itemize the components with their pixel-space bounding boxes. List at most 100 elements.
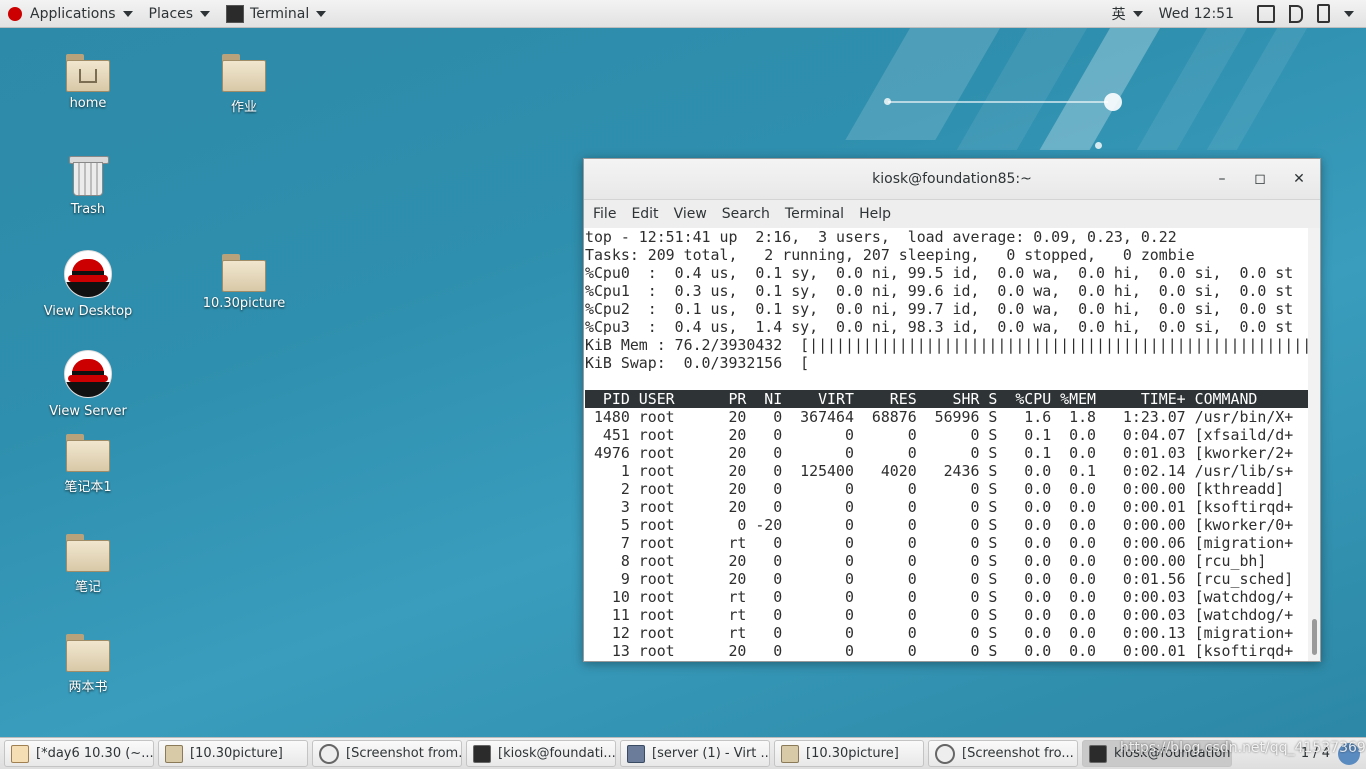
top-summary-line: top - 12:51:41 up 2:16, 3 users, load av… <box>585 228 1177 246</box>
task-button[interactable]: [*day6 10.30 (~... <box>4 740 154 767</box>
terminal-icon <box>226 4 245 23</box>
screenshot-icon <box>935 743 955 764</box>
redhat-logo-icon <box>8 6 22 21</box>
terminal-menubar: File Edit View Search Terminal Help <box>584 200 1320 229</box>
process-row: 9 root 20 0 0 0 0 S 0.0 0.0 0:01.56 [rcu… <box>620 570 1294 588</box>
applications-menu[interactable]: Applications <box>0 0 141 27</box>
chevron-down-icon <box>1132 10 1143 17</box>
top-summary-line: %Cpu3 : 0.4 us, 1.4 sy, 0.0 ni, 98.3 id,… <box>585 318 1294 336</box>
screenshot-icon <box>319 743 339 764</box>
terminal-app-label: Terminal <box>250 5 310 22</box>
system-menu[interactable] <box>1242 0 1366 27</box>
process-row: 1 root 20 0 125400 4020 2436 S 0.0 0.1 0… <box>620 462 1294 480</box>
task-label: [*day6 10.30 (~... <box>36 746 154 761</box>
process-row: 8 root 20 0 0 0 0 S 0.0 0.0 0:00.00 [rcu… <box>620 552 1267 570</box>
task-button[interactable]: [kiosk@foundati... <box>466 740 616 767</box>
terminal-icon <box>473 744 491 763</box>
wallpaper-line <box>888 101 1108 103</box>
desktop-icon-two-books[interactable]: 两本书 <box>28 630 148 695</box>
redhat-logo-icon <box>64 350 112 398</box>
window-icon <box>1257 4 1275 23</box>
process-row: 12 root rt 0 0 0 0 S 0.0 0.0 0:00.13 [mi… <box>611 624 1294 642</box>
places-label: Places <box>148 5 194 22</box>
task-button[interactable]: [Screenshot fro... <box>928 740 1078 767</box>
top-panel: Applications Places Terminal 英 Wed 12:51 <box>0 0 1366 28</box>
process-row: 10 root rt 0 0 0 0 S 0.0 0.0 0:00.03 [wa… <box>611 588 1294 606</box>
process-row: 5 root 0 -20 0 0 0 S 0.0 0.0 0:00.00 [kw… <box>620 516 1294 534</box>
terminal-output[interactable]: top - 12:51:41 up 2:16, 3 users, load av… <box>584 228 1308 661</box>
desktop-icon-zuoye[interactable]: 作业 <box>184 50 304 115</box>
folder-icon <box>66 634 110 672</box>
input-method-label: 英 <box>1111 6 1126 23</box>
menu-help[interactable]: Help <box>853 206 897 222</box>
task-button[interactable]: [10.30picture] <box>774 740 924 767</box>
folder-icon <box>66 534 110 572</box>
input-method-menu[interactable]: 英 <box>1104 0 1151 27</box>
terminal-app-menu[interactable]: Terminal <box>218 0 334 27</box>
top-summary-line: %Cpu0 : 0.4 us, 0.1 sy, 0.0 ni, 99.5 id,… <box>585 264 1294 282</box>
process-row: 4976 root 20 0 0 0 0 S 0.1 0.0 0:01.03 [… <box>593 444 1294 462</box>
home-folder-icon <box>66 54 110 92</box>
folder-icon <box>222 254 266 292</box>
minimize-button[interactable]: – <box>1212 169 1232 189</box>
chevron-down-icon <box>122 10 133 17</box>
top-summary-line: KiB Swap: 0.0/3932156 [ ] <box>585 354 810 372</box>
folder-icon <box>781 744 799 763</box>
places-menu[interactable]: Places <box>141 0 219 27</box>
desktop-icon-view-server[interactable]: View Server <box>28 350 148 419</box>
task-button[interactable]: [server (1) - Virt ... <box>620 740 770 767</box>
task-button[interactable]: [Screenshot from... <box>312 740 462 767</box>
top-summary-line: Tasks: 209 total, 2 running, 207 sleepin… <box>585 246 1195 264</box>
menu-view[interactable]: View <box>668 206 713 222</box>
desktop-icon-trash[interactable]: Trash <box>28 152 148 217</box>
trash-icon <box>69 152 109 196</box>
folder-icon <box>165 744 183 763</box>
process-table-header: PID USER PR NI VIRT RES SHR S %CPU %MEM … <box>585 390 1308 408</box>
process-row: 7 root rt 0 0 0 0 S 0.0 0.0 0:00.06 [mig… <box>620 534 1294 552</box>
task-label: [server (1) - Virt ... <box>652 746 770 761</box>
task-label: [10.30picture] <box>806 746 899 761</box>
chevron-down-icon <box>1344 10 1354 17</box>
desktop-icon-home[interactable]: home <box>28 50 148 111</box>
terminal-scrollbar[interactable] <box>1308 228 1320 661</box>
terminal-window[interactable]: kiosk@foundation85:~ – ◻ ✕ File Edit Vie… <box>583 158 1321 662</box>
task-label: [Screenshot from... <box>346 746 462 761</box>
clock-label: Wed 12:51 <box>1158 5 1234 22</box>
desktop-icon-label: View Desktop <box>43 304 133 319</box>
process-row: 2 root 20 0 0 0 0 S 0.0 0.0 0:00.00 [kth… <box>620 480 1285 498</box>
desktop-icon-label: 两本书 <box>68 680 108 695</box>
chevron-down-icon <box>316 10 327 17</box>
terminal-icon <box>1089 744 1107 763</box>
desktop-icon-notes[interactable]: 笔记 <box>28 530 148 595</box>
redhat-logo-icon <box>64 250 112 298</box>
maximize-button[interactable]: ◻ <box>1250 169 1270 189</box>
process-row: 1480 root 20 0 367464 68876 56996 S 1.6 … <box>593 408 1294 426</box>
desktop-icon-1030picture[interactable]: 10.30picture <box>184 250 304 311</box>
desktop-icon-view-desktop[interactable]: View Desktop <box>28 250 148 319</box>
process-row: 3 root 20 0 0 0 0 S 0.0 0.0 0:00.01 [kso… <box>620 498 1294 516</box>
top-summary-line: %Cpu1 : 0.3 us, 0.1 sy, 0.0 ni, 99.6 id,… <box>585 282 1294 300</box>
desktop-icon-notebook1[interactable]: 笔记本1 <box>28 430 148 495</box>
task-button[interactable]: [10.30picture] <box>158 740 308 767</box>
virt-manager-icon <box>627 744 645 763</box>
process-row: 13 root 20 0 0 0 0 S 0.0 0.0 0:00.01 [ks… <box>611 642 1294 660</box>
desktop-icon-label: 笔记本1 <box>64 480 112 495</box>
top-output-text: top - 12:51:41 up 2:16, 3 users, load av… <box>584 228 1308 660</box>
window-titlebar[interactable]: kiosk@foundation85:~ – ◻ ✕ <box>584 159 1320 200</box>
desktop-icon-label: 笔记 <box>74 580 101 595</box>
close-button[interactable]: ✕ <box>1289 169 1309 189</box>
menu-search[interactable]: Search <box>716 206 776 222</box>
desktop-icon-label: home <box>69 96 107 111</box>
scrollbar-thumb[interactable] <box>1312 619 1317 655</box>
task-label: [Screenshot fro... <box>962 746 1074 761</box>
menu-file[interactable]: File <box>587 206 622 222</box>
folder-icon <box>222 54 266 92</box>
text-editor-icon <box>11 744 29 763</box>
task-label: [kiosk@foundati... <box>498 746 616 761</box>
process-row: 451 root 20 0 0 0 0 S 0.1 0.0 0:04.07 [x… <box>602 426 1294 444</box>
desktop-icon-label: View Server <box>49 404 127 419</box>
clock[interactable]: Wed 12:51 <box>1151 0 1242 27</box>
menu-terminal[interactable]: Terminal <box>779 206 850 222</box>
menu-edit[interactable]: Edit <box>625 206 664 222</box>
chevron-down-icon <box>200 10 211 17</box>
